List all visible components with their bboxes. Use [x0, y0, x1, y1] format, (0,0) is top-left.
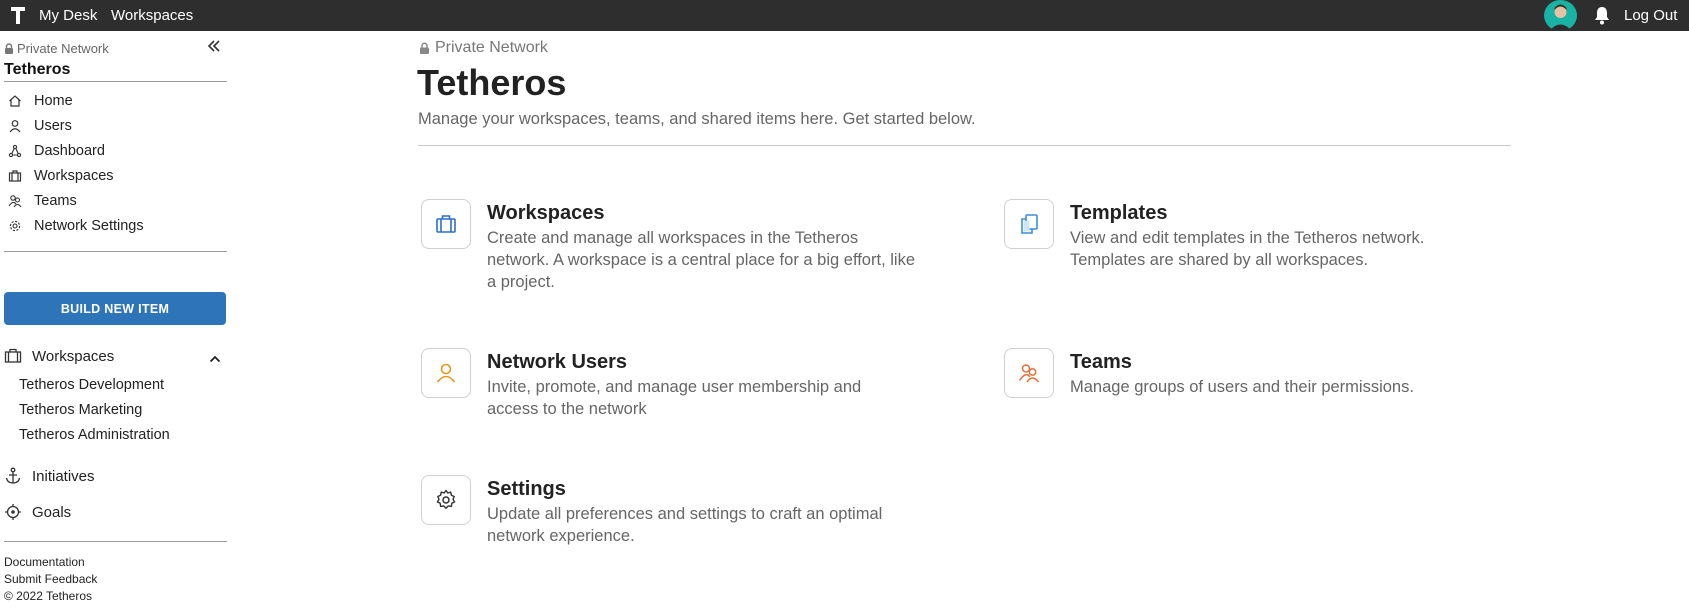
collapse-sidebar-icon[interactable]	[205, 37, 223, 55]
tetheros-logo-icon[interactable]	[9, 4, 27, 26]
lock-icon	[420, 42, 429, 54]
copyright-text: © 2022 Tetheros	[4, 589, 93, 603]
card-icon-box	[421, 475, 471, 525]
gear-icon	[436, 489, 456, 509]
team-icon	[8, 195, 22, 208]
anchor-icon	[5, 467, 21, 484]
card-icon-box	[421, 348, 471, 398]
sidebar-item-workspaces[interactable]: Workspaces	[8, 168, 114, 184]
sidebar-section-goals[interactable]: Goals	[4, 503, 71, 521]
logout-link[interactable]: Log Out	[1624, 7, 1677, 24]
sidebar-item-dashboard[interactable]: Dashboard	[8, 143, 105, 159]
page-title: Tetheros	[417, 62, 567, 103]
card-title: Templates	[1070, 202, 1168, 224]
sidebar-section-workspaces[interactable]: Workspaces	[4, 347, 114, 365]
user-icon	[436, 363, 456, 383]
main-network-label: Private Network	[419, 39, 548, 57]
briefcase-icon	[8, 170, 22, 182]
sidebar-network-label: Private Network	[4, 41, 109, 56]
card-workspaces[interactable]: Workspaces Create and manage all workspa…	[421, 199, 941, 294]
card-description: Invite, promote, and manage user members…	[487, 378, 862, 418]
card-description: Update all preferences and settings to c…	[487, 505, 883, 545]
sidebar-title: Tetheros	[4, 61, 71, 78]
card-title: Teams	[1070, 351, 1132, 373]
bell-icon[interactable]	[1593, 6, 1611, 25]
gear-icon	[9, 220, 21, 232]
divider	[4, 81, 227, 82]
card-description: Create and manage all workspaces in the …	[487, 229, 915, 291]
card-network-users[interactable]: Network Users Invite, promote, and manag…	[421, 348, 941, 423]
sidebar: Private Network Tetheros Home Users Dash…	[0, 31, 228, 616]
chevron-up-icon[interactable]	[208, 352, 222, 366]
sidebar-item-network-settings[interactable]: Network Settings	[8, 218, 144, 234]
card-icon-box	[1004, 199, 1054, 249]
submit-feedback-link[interactable]: Submit Feedback	[4, 572, 97, 586]
card-description: Manage groups of users and their permiss…	[1070, 378, 1414, 396]
card-title: Network Users	[487, 351, 628, 373]
divider	[4, 541, 227, 542]
nav-my-desk[interactable]: My Desk	[39, 7, 97, 24]
sidebar-item-users[interactable]: Users	[8, 118, 72, 134]
card-icon-box	[421, 199, 471, 249]
nav-workspaces[interactable]: Workspaces	[111, 7, 193, 24]
card-templates[interactable]: Templates View and edit templates in the…	[1004, 199, 1524, 294]
card-icon-box	[1004, 348, 1054, 398]
sidebar-section-initiatives[interactable]: Initiatives	[4, 467, 95, 485]
dashboard-icon	[8, 144, 22, 158]
card-title: Workspaces	[487, 202, 605, 224]
documentation-link[interactable]: Documentation	[4, 555, 85, 569]
top-bar: My Desk Workspaces Log Out	[0, 0, 1689, 31]
divider	[4, 251, 227, 252]
lock-icon	[5, 43, 13, 54]
card-teams[interactable]: Teams Manage groups of users and their p…	[1004, 348, 1524, 403]
sidebar-item-teams[interactable]: Teams	[8, 193, 77, 209]
target-icon	[5, 504, 21, 520]
user-icon	[9, 120, 21, 133]
card-title: Settings	[487, 478, 566, 500]
card-settings[interactable]: Settings Update all preferences and sett…	[421, 475, 941, 550]
divider	[418, 145, 1511, 146]
avatar[interactable]	[1544, 0, 1577, 31]
workspace-link-marketing[interactable]: Tetheros Marketing	[19, 402, 142, 418]
briefcase-icon	[4, 348, 22, 363]
build-new-item-button[interactable]: BUILD NEW ITEM	[4, 292, 226, 325]
sidebar-item-home[interactable]: Home	[8, 93, 73, 109]
team-icon	[1018, 364, 1040, 383]
templates-icon	[1021, 214, 1038, 234]
workspace-link-development[interactable]: Tetheros Development	[19, 377, 164, 393]
home-icon	[9, 95, 21, 107]
workspace-link-administration[interactable]: Tetheros Administration	[19, 427, 170, 443]
card-description: View and edit templates in the Tetheros …	[1070, 229, 1425, 269]
briefcase-icon	[436, 215, 456, 233]
page-subtitle: Manage your workspaces, teams, and share…	[418, 110, 976, 128]
